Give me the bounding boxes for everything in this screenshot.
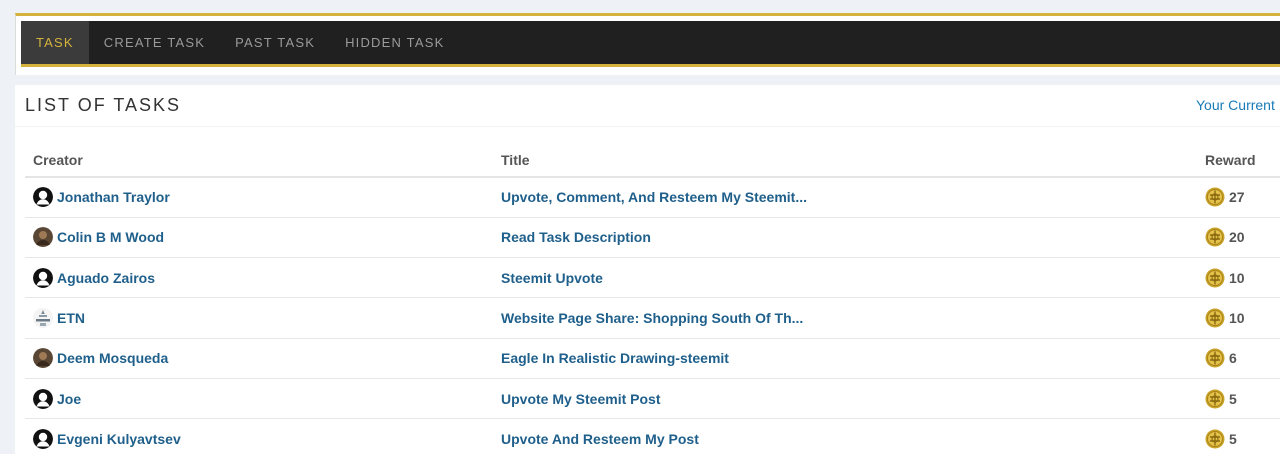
avatar xyxy=(33,308,53,329)
avatar xyxy=(33,227,53,248)
tab-past-task[interactable]: PAST TASK xyxy=(220,21,330,64)
reward-wrapper: 10 xyxy=(1205,268,1272,288)
table-header-row: Creator Title Reward xyxy=(25,144,1280,178)
header-title[interactable]: Title xyxy=(493,144,1197,178)
creator-cell: ETN xyxy=(25,297,493,339)
page-title: LIST OF TASKS xyxy=(25,95,182,115)
creator-wrapper: Joe xyxy=(33,388,485,409)
reward-cell: 20 xyxy=(1197,217,1280,259)
creator-wrapper: ETN xyxy=(33,308,485,329)
tasks-panel: LIST OF TASKS Your Current Creator Title… xyxy=(15,85,1280,454)
task-title-link[interactable]: Read Task Description xyxy=(501,229,651,245)
title-cell: Steemit Upvote xyxy=(493,257,1197,299)
creator-wrapper: Aguado Zairos xyxy=(33,267,485,288)
gold-coin-icon xyxy=(1205,227,1225,247)
creator-link[interactable]: Aguado Zairos xyxy=(57,270,155,286)
gold-coin-icon xyxy=(1205,268,1225,288)
creator-link[interactable]: Joe xyxy=(57,391,81,407)
creator-cell: Aguado Zairos xyxy=(25,257,493,299)
user-icon xyxy=(33,187,53,208)
table-row: Aguado Zairos Steemit Upvote 10 xyxy=(25,257,1280,299)
title-cell: Eagle In Realistic Drawing-steemit xyxy=(493,338,1197,379)
creator-cell: Joe xyxy=(25,378,493,420)
gold-coin-icon xyxy=(1205,389,1225,409)
reward-wrapper: 6 xyxy=(1205,348,1272,368)
tab-hidden-task[interactable]: HIDDEN TASK xyxy=(330,21,459,64)
reward-amount: 10 xyxy=(1229,310,1245,327)
gold-coin-icon xyxy=(1205,429,1225,449)
creator-cell: Jonathan Traylor xyxy=(25,177,493,218)
avatar xyxy=(33,348,53,369)
creator-link[interactable]: ETN xyxy=(57,310,85,326)
creator-link[interactable]: Colin B M Wood xyxy=(57,229,164,245)
reward-amount: 6 xyxy=(1229,350,1237,367)
task-title-link[interactable]: Steemit Upvote xyxy=(501,270,603,286)
creator-wrapper: Deem Mosqueda xyxy=(33,348,485,369)
creator-wrapper: Jonathan Traylor xyxy=(33,187,485,208)
reward-amount: 27 xyxy=(1229,189,1245,206)
reward-cell: 10 xyxy=(1197,297,1280,339)
title-cell: Website Page Share: Shopping South Of Th… xyxy=(493,297,1197,339)
creator-link[interactable]: Jonathan Traylor xyxy=(57,189,170,205)
creator-cell: Evgeni Kulyavtsev xyxy=(25,418,493,454)
table-row: Jonathan Traylor Upvote, Comment, And Res… xyxy=(25,177,1280,218)
user-icon xyxy=(33,428,53,449)
creator-wrapper: Colin B M Wood xyxy=(33,227,485,248)
tab-create-task[interactable]: CREATE TASK xyxy=(89,21,220,64)
creator-link[interactable]: Deem Mosqueda xyxy=(57,350,168,366)
task-title-link[interactable]: Upvote My Steemit Post xyxy=(501,391,660,407)
task-title-link[interactable]: Eagle In Realistic Drawing-steemit xyxy=(501,350,729,366)
title-cell: Upvote, Comment, And Resteem My Steemit.… xyxy=(493,177,1197,218)
task-title-link[interactable]: Website Page Share: Shopping South Of Th… xyxy=(501,310,803,326)
reward-wrapper: 27 xyxy=(1205,187,1272,207)
title-cell: Read Task Description xyxy=(493,217,1197,259)
reward-cell: 5 xyxy=(1197,418,1280,454)
reward-cell: 27 xyxy=(1197,177,1280,218)
creator-wrapper: Evgeni Kulyavtsev xyxy=(33,428,485,449)
task-title-link[interactable]: Upvote And Resteem My Post xyxy=(501,431,699,447)
gold-coin-icon xyxy=(1205,308,1225,328)
table-row: Colin B M Wood Read Task Description 20 xyxy=(25,217,1280,259)
gold-coin-icon xyxy=(1205,348,1225,368)
title-cell: Upvote And Resteem My Post xyxy=(493,418,1197,454)
table-row: ETN Website Page Share: Shopping South Of… xyxy=(25,297,1280,339)
user-icon xyxy=(33,267,53,288)
reward-amount: 5 xyxy=(1229,430,1237,447)
user-icon xyxy=(33,388,53,409)
reward-cell: 6 xyxy=(1197,338,1280,379)
top-navigation-bar: TASK CREATE TASK PAST TASK HIDDEN TASK xyxy=(21,21,1280,67)
gold-coin-icon xyxy=(1205,187,1225,207)
table-row: Deem Mosqueda Eagle In Realistic Drawing-… xyxy=(25,338,1280,379)
header-reward[interactable]: Reward xyxy=(1197,144,1280,178)
creator-cell: Colin B M Wood xyxy=(25,217,493,259)
reward-cell: 5 xyxy=(1197,378,1280,420)
reward-wrapper: 5 xyxy=(1205,389,1272,409)
your-current-link[interactable]: Your Current xyxy=(1196,97,1275,113)
table-row: Evgeni Kulyavtsev Upvote And Resteem My P… xyxy=(25,418,1280,454)
panel-header: LIST OF TASKS Your Current xyxy=(15,85,1280,127)
table-row: Joe Upvote My Steemit Post 5 xyxy=(25,378,1280,420)
table-body: Jonathan Traylor Upvote, Comment, And Res… xyxy=(25,177,1280,454)
reward-amount: 5 xyxy=(1229,390,1237,407)
top-navigation-panel: TASK CREATE TASK PAST TASK HIDDEN TASK xyxy=(15,13,1280,75)
reward-wrapper: 10 xyxy=(1205,308,1272,328)
header-creator[interactable]: Creator xyxy=(25,144,493,178)
reward-amount: 20 xyxy=(1229,229,1245,246)
creator-cell: Deem Mosqueda xyxy=(25,338,493,379)
reward-wrapper: 20 xyxy=(1205,227,1272,247)
tasks-table: Creator Title Reward Jonathan Traylor Upv… xyxy=(25,144,1280,454)
reward-cell: 10 xyxy=(1197,257,1280,299)
reward-amount: 10 xyxy=(1229,269,1245,286)
task-title-link[interactable]: Upvote, Comment, And Resteem My Steemit.… xyxy=(501,189,807,205)
reward-wrapper: 5 xyxy=(1205,429,1272,449)
creator-link[interactable]: Evgeni Kulyavtsev xyxy=(57,431,181,447)
tab-task[interactable]: TASK xyxy=(21,21,89,64)
title-cell: Upvote My Steemit Post xyxy=(493,378,1197,420)
